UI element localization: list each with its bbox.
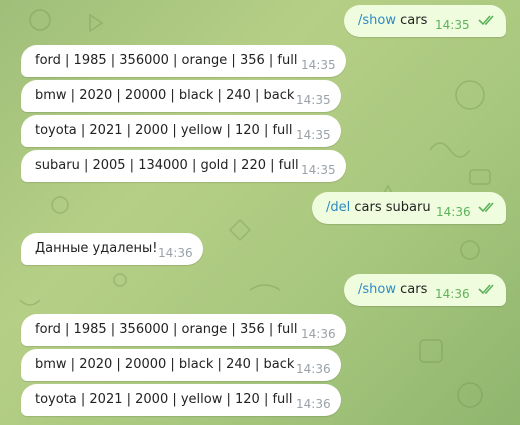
command-link[interactable]: /show	[358, 282, 396, 297]
double-check-icon	[478, 202, 494, 213]
command-link[interactable]: /del	[326, 200, 350, 215]
message-time: 14:36	[296, 362, 331, 376]
message-text: bmw | 2020 | 20000 | black | 240 | back	[35, 357, 295, 372]
incoming-message[interactable]: bmw | 2020 | 20000 | black | 240 | back …	[21, 349, 341, 381]
double-check-icon	[478, 15, 494, 26]
message-time: 14:35	[296, 128, 331, 142]
message-time: 14:36	[158, 246, 193, 260]
message-time: 14:35	[301, 163, 336, 177]
outgoing-message[interactable]: /del cars subaru 14:36	[312, 192, 506, 224]
incoming-message[interactable]: ford | 1985 | 356000 | orange | 356 | fu…	[21, 314, 346, 346]
outgoing-message[interactable]: /show cars 14:36	[344, 274, 506, 306]
message-text: /show cars	[358, 13, 428, 28]
message-text: /del cars subaru	[326, 200, 431, 215]
message-time: 14:36	[435, 287, 470, 301]
message-time: 14:35	[296, 93, 331, 107]
incoming-message[interactable]: toyota | 2021 | 2000 | yellow | 120 | fu…	[21, 115, 341, 147]
double-check-icon	[478, 284, 494, 295]
message-time: 14:36	[301, 327, 336, 341]
incoming-message[interactable]: ford | 1985 | 356000 | orange | 356 | fu…	[21, 45, 346, 77]
message-text: subaru | 2005 | 134000 | gold | 220 | fu…	[35, 158, 299, 173]
chat-message-list: /show cars 14:35 ford | 1985 | 356000 | …	[0, 0, 520, 425]
message-text: Данные удалены!	[35, 241, 158, 256]
incoming-message[interactable]: bmw | 2020 | 20000 | black | 240 | back …	[21, 80, 341, 112]
message-time: 14:36	[296, 397, 331, 411]
message-time: 14:35	[435, 18, 470, 32]
message-text: bmw | 2020 | 20000 | black | 240 | back	[35, 88, 295, 103]
message-text: ford | 1985 | 356000 | orange | 356 | fu…	[35, 322, 298, 337]
command-link[interactable]: /show	[358, 13, 396, 28]
message-text: ford | 1985 | 356000 | orange | 356 | fu…	[35, 53, 298, 68]
message-text: toyota | 2021 | 2000 | yellow | 120 | fu…	[35, 392, 293, 407]
incoming-message[interactable]: Данные удалены! 14:36	[21, 233, 203, 265]
message-time: 14:36	[436, 205, 471, 219]
message-text: toyota | 2021 | 2000 | yellow | 120 | fu…	[35, 123, 293, 138]
incoming-message[interactable]: toyota | 2021 | 2000 | yellow | 120 | fu…	[21, 384, 341, 416]
message-text: /show cars	[358, 282, 428, 297]
message-time: 14:35	[301, 58, 336, 72]
incoming-message[interactable]: subaru | 2005 | 134000 | gold | 220 | fu…	[21, 150, 346, 182]
outgoing-message[interactable]: /show cars 14:35	[344, 5, 506, 37]
